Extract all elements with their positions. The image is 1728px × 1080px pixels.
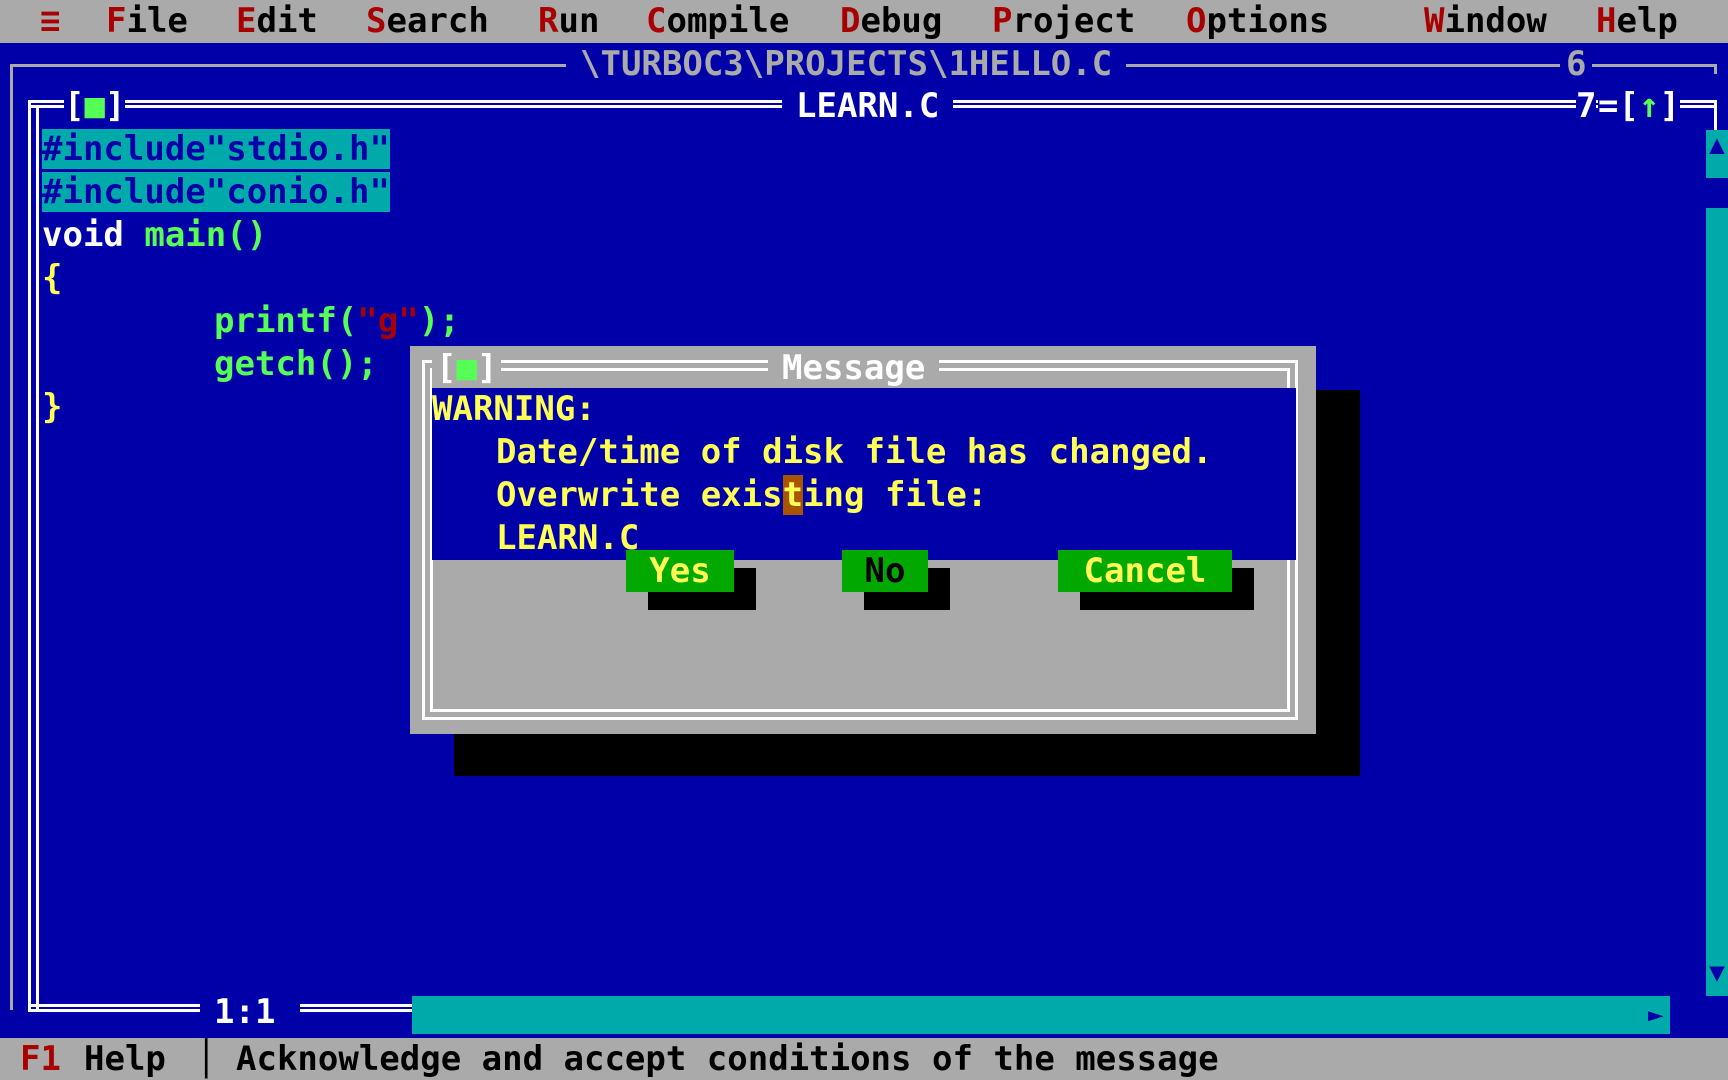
back-window-left-border [10, 64, 13, 1010]
menu-run[interactable]: Run [538, 0, 599, 43]
status-separator: │ [196, 1039, 217, 1079]
editor-window-number: 7 [1576, 86, 1597, 126]
menu-bar: ≡ File Edit Search Run Compile Debug Pro… [0, 0, 1728, 43]
no-button[interactable]: No [842, 550, 928, 592]
code-line-1[interactable]: #include"stdio.h" [42, 128, 390, 171]
code-line-4[interactable]: { [42, 257, 62, 300]
scroll-up-arrow-icon[interactable]: ▲ [1706, 130, 1728, 160]
code-line-2[interactable]: #include"conio.h" [42, 171, 390, 214]
yes-button[interactable]: Yes [626, 550, 734, 592]
dialog-warning-label: WARNING: [432, 389, 596, 429]
menu-project[interactable]: Project [992, 0, 1135, 43]
dialog-close-box[interactable]: [■] [432, 348, 502, 388]
code-line-7[interactable]: } [42, 386, 62, 429]
dialog-title: Message [768, 348, 940, 388]
code-line-6[interactable]: getch(); [214, 343, 378, 386]
cursor-position: 1:1 [204, 992, 286, 1032]
system-menu-icon[interactable]: ≡ [40, 0, 60, 43]
editor-title: LEARN.C [782, 86, 954, 126]
menu-help[interactable]: Help [1596, 0, 1678, 43]
message-dialog: [■] Message WARNING: Date/time of disk f… [410, 346, 1316, 734]
back-window-number: 6 [1560, 44, 1593, 84]
dialog-message-line-1: Date/time of disk file has changed. [496, 432, 1213, 472]
menu-options[interactable]: Options [1186, 0, 1329, 43]
menu-debug[interactable]: Debug [840, 0, 942, 43]
editor-left-border-outer [28, 100, 31, 1012]
dialog-message-area: WARNING: Date/time of disk file has chan… [432, 388, 1296, 560]
code-line-3[interactable]: void main() [42, 214, 267, 257]
status-bar: F1 Help │ Acknowledge and accept conditi… [0, 1038, 1728, 1080]
menu-edit[interactable]: Edit [236, 0, 318, 43]
editor-right-border [1714, 100, 1717, 134]
cancel-button[interactable]: Cancel [1058, 550, 1232, 592]
editor-close-box[interactable]: [■] [64, 86, 126, 126]
code-line-5[interactable]: printf("g"); [214, 300, 460, 343]
dialog-message-filename: LEARN.C [496, 518, 640, 558]
back-window-right-border [1714, 64, 1717, 74]
back-window-title[interactable]: \TURBOC3\PROJECTS\1HELLO.C [566, 44, 1127, 84]
scroll-right-arrow-icon[interactable]: ► [1648, 996, 1670, 1034]
vertical-scrollbar[interactable]: ▲ ▼ [1706, 130, 1728, 996]
horizontal-scrollbar[interactable]: ► [412, 996, 1670, 1034]
editor-zoom-box[interactable]: =[↑] [1598, 86, 1680, 126]
editor-bottom-border-mid [300, 1004, 412, 1012]
menu-window[interactable]: Window [1424, 0, 1547, 43]
menu-search[interactable]: Search [366, 0, 489, 43]
dialog-message-line-2: Overwrite existing file: [496, 475, 988, 515]
text-cursor: t [782, 475, 804, 515]
scroll-down-arrow-icon[interactable]: ▼ [1706, 958, 1728, 988]
vertical-scroll-thumb[interactable] [1706, 178, 1728, 208]
status-hint: Acknowledge and accept conditions of the… [236, 1039, 1219, 1079]
editor-left-border-inner [36, 106, 39, 1012]
status-f1-key[interactable]: F1 [20, 1038, 61, 1080]
status-help-label[interactable]: Help [84, 1038, 166, 1080]
editor-bottom-border-left [28, 1004, 200, 1012]
menu-compile[interactable]: Compile [646, 0, 789, 43]
menu-file[interactable]: File [106, 0, 188, 43]
